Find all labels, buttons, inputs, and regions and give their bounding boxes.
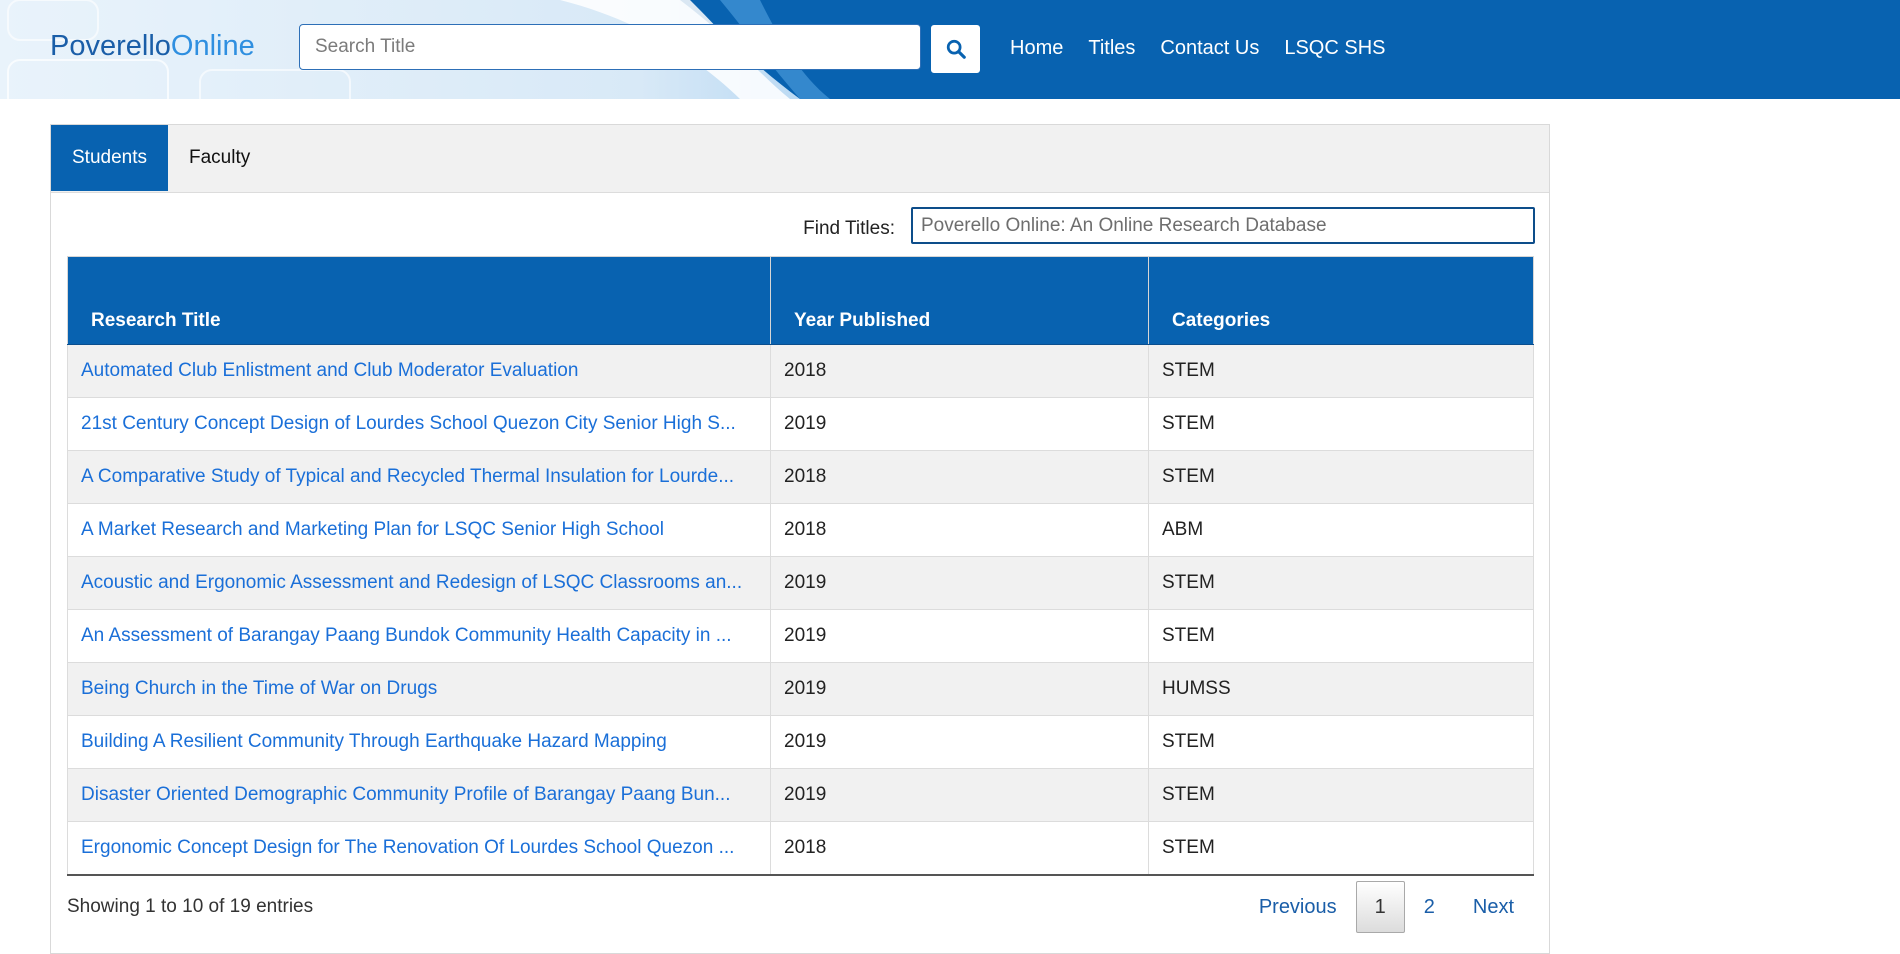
cell-research-title: A Comparative Study of Typical and Recyc… [67,450,771,504]
tab-faculty[interactable]: Faculty [168,125,271,191]
cell-research-title: Being Church in the Time of War on Drugs [67,662,771,716]
table-row: An Assessment of Barangay Paang Bundok C… [67,609,1534,663]
titles-card: Students Faculty Find Titles: Research T… [50,124,1550,954]
table-row: Building A Resilient Community Through E… [67,715,1534,769]
research-title-link[interactable]: An Assessment of Barangay Paang Bundok C… [81,625,732,646]
column-header-categories[interactable]: Categories [1148,256,1534,345]
column-header-research-title[interactable]: Research Title [67,256,771,345]
cell-category: STEM [1148,397,1534,451]
pagination-page-1[interactable]: 1 [1355,881,1405,933]
main-nav: Home Titles Contact Us LSQC SHS [1010,37,1411,60]
nav-lsqc-shs[interactable]: LSQC SHS [1284,37,1385,60]
brand-suffix: Online [170,30,255,62]
find-titles-label: Find Titles: [803,218,895,239]
tab-students[interactable]: Students [51,125,168,191]
table-header-row: Research Title Year Published Categories [67,256,1534,345]
cell-category: STEM [1148,609,1534,663]
pagination-previous[interactable]: Previous [1240,881,1356,933]
cell-year-published: 2018 [770,344,1149,398]
research-title-link[interactable]: Disaster Oriented Demographic Community … [81,784,730,805]
search-title-input[interactable] [299,24,921,70]
table-row: Acoustic and Ergonomic Assessment and Re… [67,556,1534,610]
cell-year-published: 2019 [770,768,1149,822]
nav-titles[interactable]: Titles [1088,37,1135,60]
table-body: Automated Club Enlistment and Club Moder… [67,344,1534,876]
brand-logo[interactable]: PoverelloOnline [50,30,255,63]
nav-contact-us[interactable]: Contact Us [1160,37,1259,60]
research-title-link[interactable]: 21st Century Concept Design of Lourdes S… [81,413,736,434]
cell-year-published: 2018 [770,450,1149,504]
cell-research-title: Acoustic and Ergonomic Assessment and Re… [67,556,771,610]
table-row: 21st Century Concept Design of Lourdes S… [67,397,1534,451]
research-title-link[interactable]: A Comparative Study of Typical and Recyc… [81,466,734,487]
cell-research-title: Disaster Oriented Demographic Community … [67,768,771,822]
cell-research-title: A Market Research and Marketing Plan for… [67,503,771,557]
research-title-link[interactable]: Acoustic and Ergonomic Assessment and Re… [81,572,742,593]
header: PoverelloOnline Home Titles Contact Us L… [0,0,1900,99]
entries-info: Showing 1 to 10 of 19 entries [67,896,314,917]
column-header-year-published[interactable]: Year Published [770,256,1149,345]
cell-year-published: 2019 [770,662,1149,716]
pagination-next[interactable]: Next [1454,881,1533,933]
pagination-page-2[interactable]: 2 [1405,881,1454,933]
cell-category: STEM [1148,556,1534,610]
pagination: Previous 1 2 Next [1240,881,1533,933]
cell-research-title: Building A Resilient Community Through E… [67,715,771,769]
research-table: Research Title Year Published Categories… [67,256,1534,876]
cell-category: STEM [1148,450,1534,504]
cell-research-title: An Assessment of Barangay Paang Bundok C… [67,609,771,663]
tab-bar: Students Faculty [51,125,1549,193]
research-title-link[interactable]: Being Church in the Time of War on Drugs [81,678,437,699]
search-icon [946,39,966,59]
table-row: Ergonomic Concept Design for The Renovat… [67,821,1534,876]
cell-year-published: 2019 [770,609,1149,663]
cell-research-title: 21st Century Concept Design of Lourdes S… [67,397,771,451]
cell-category: ABM [1148,503,1534,557]
cell-category: STEM [1148,768,1534,822]
research-title-link[interactable]: Automated Club Enlistment and Club Moder… [81,360,578,381]
table-row: A Comparative Study of Typical and Recyc… [67,450,1534,504]
cell-year-published: 2019 [770,397,1149,451]
cell-research-title: Ergonomic Concept Design for The Renovat… [67,821,771,876]
table-row: Being Church in the Time of War on Drugs… [67,662,1534,716]
table-filter: Find Titles: [51,207,1535,247]
cell-category: HUMSS [1148,662,1534,716]
cell-year-published: 2019 [770,556,1149,610]
brand-prefix: Poverello [50,30,171,62]
cell-category: STEM [1148,821,1534,876]
nav-home[interactable]: Home [1010,37,1063,60]
table-row: A Market Research and Marketing Plan for… [67,503,1534,557]
search-button[interactable] [931,25,980,73]
research-title-link[interactable]: Building A Resilient Community Through E… [81,731,667,752]
cell-year-published: 2019 [770,715,1149,769]
find-titles-input[interactable] [911,207,1535,244]
research-title-link[interactable]: Ergonomic Concept Design for The Renovat… [81,837,734,858]
cell-category: STEM [1148,344,1534,398]
cell-year-published: 2018 [770,503,1149,557]
table-row: Automated Club Enlistment and Club Moder… [67,344,1534,398]
table-row: Disaster Oriented Demographic Community … [67,768,1534,822]
research-title-link[interactable]: A Market Research and Marketing Plan for… [81,519,664,540]
cell-category: STEM [1148,715,1534,769]
cell-research-title: Automated Club Enlistment and Club Moder… [67,344,771,398]
cell-year-published: 2018 [770,821,1149,876]
